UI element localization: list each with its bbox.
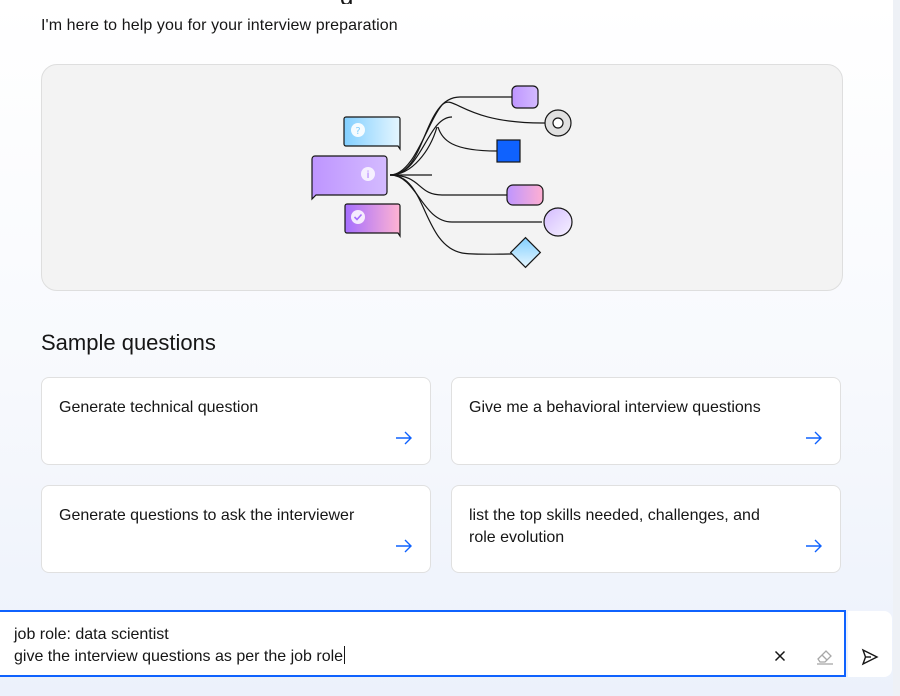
page-title-fragment: g — [340, 0, 376, 4]
question-bubble-icon: ? — [343, 116, 401, 151]
prompt-input-text[interactable]: job role: data scientist give the interv… — [14, 624, 346, 668]
arrow-right-icon — [806, 539, 822, 553]
purple-chip-icon — [511, 85, 539, 109]
mind-map-illustration: ? i — [311, 85, 573, 269]
prompt-input[interactable]: job role: data scientist give the interv… — [0, 610, 846, 677]
send-icon[interactable] — [860, 647, 880, 667]
sample-question-card[interactable]: list the top skills needed, challenges, … — [451, 485, 841, 573]
hero-illustration: ? i — [41, 64, 843, 291]
scroll-edge — [893, 0, 900, 696]
prompt-line-2: give the interview questions as per the … — [14, 648, 344, 665]
arrow-right-icon — [806, 431, 822, 445]
intro-text: I'm here to help you for your interview … — [41, 17, 398, 34]
square-icon — [496, 139, 521, 163]
record-circle-icon — [544, 109, 572, 137]
arrow-right-icon — [396, 431, 412, 445]
send-area — [848, 611, 892, 677]
svg-text:?: ? — [355, 126, 360, 137]
sample-question-label: Generate technical question — [59, 399, 259, 416]
sample-question-card[interactable]: Give me a behavioral interview questions — [451, 377, 841, 465]
diamond-icon — [509, 236, 542, 269]
pill-icon — [506, 184, 544, 206]
tree-branches-icon — [389, 96, 545, 255]
sample-question-label: list the top skills needed, challenges, … — [469, 507, 760, 546]
svg-text:i: i — [367, 170, 370, 181]
arrow-right-icon — [396, 539, 412, 553]
sample-question-card[interactable]: Generate questions to ask the interviewe… — [41, 485, 431, 573]
circle-icon — [543, 207, 573, 237]
sample-question-card[interactable]: Generate technical question — [41, 377, 431, 465]
sample-questions-heading: Sample questions — [41, 330, 216, 355]
text-caret — [344, 646, 346, 664]
info-bubble-icon: i — [311, 155, 388, 201]
sample-question-label: Give me a behavioral interview questions — [469, 399, 761, 416]
eraser-icon[interactable] — [814, 645, 836, 667]
prompt-line-1: job role: data scientist — [14, 626, 169, 643]
check-bubble-icon — [344, 203, 401, 238]
sample-question-label: Generate questions to ask the interviewe… — [59, 507, 355, 524]
clear-icon[interactable] — [770, 646, 790, 666]
